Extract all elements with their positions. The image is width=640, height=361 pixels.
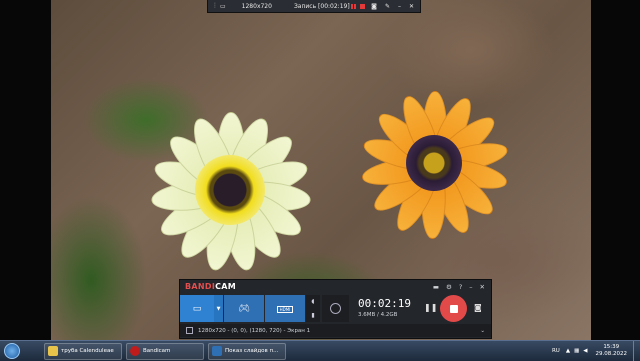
system-tray: RU ▲ ▦ ◀ 15:39 29.08.2022: [552, 341, 640, 361]
bandicam-logo: BANDICAM: [185, 282, 237, 291]
drag-grip-icon[interactable]: ⋮: [212, 3, 218, 9]
region-info: 1280x720 - (0, 0), (1280, 720) - Экран 1: [198, 327, 311, 334]
region-bar: 1280x720 - (0, 0), (1280, 720) - Экран 1…: [180, 324, 491, 337]
tray-arrow-icon[interactable]: ▲: [566, 348, 570, 354]
screenshot-button[interactable]: ◙: [474, 303, 482, 312]
minimize-icon[interactable]: –: [469, 283, 472, 291]
capture-toolbar: ⋮ ▭ 1280x720 Запись [00:02:19] ◙ ✎ – ✕: [207, 0, 421, 13]
audio-toggles: ◖ ▮: [306, 295, 320, 322]
stop-record-button[interactable]: [440, 295, 467, 322]
network-icon[interactable]: ▦: [574, 348, 579, 354]
capture-resolution: 1280x720: [241, 2, 272, 10]
game-mode-button[interactable]: 🎮︎: [224, 295, 264, 322]
monitor-icon[interactable]: ▭: [220, 3, 226, 10]
taskbar: труба Calenduleae Bandicam Показ слайдов…: [0, 340, 640, 361]
folder-icon[interactable]: ▬: [433, 283, 439, 291]
clock[interactable]: 15:39 29.08.2022: [596, 344, 628, 358]
taskbar-item-slideshow[interactable]: Показ слайдов п...: [208, 342, 286, 360]
recording-status: Запись [00:02:19]: [293, 2, 350, 10]
bandicam-icon: [130, 346, 140, 356]
pause-icon[interactable]: [351, 3, 357, 9]
bandicam-window: BANDICAM ▬ ⚙ ? – ✕ ▭ ▼ 🎮︎ HDMI ◖ ▮ 00:02…: [179, 279, 492, 339]
webcam-toggle[interactable]: [322, 295, 349, 322]
close-icon[interactable]: ✕: [409, 3, 414, 10]
start-button[interactable]: [4, 343, 20, 359]
webcam-icon: [330, 303, 341, 314]
taskbar-item-bandicam[interactable]: Bandicam: [126, 342, 204, 360]
bandicam-titlebar: BANDICAM ▬ ⚙ ? – ✕: [180, 280, 491, 293]
language-indicator[interactable]: RU: [552, 348, 560, 354]
volume-icon[interactable]: ◀: [583, 348, 587, 354]
taskbar-item-folder[interactable]: труба Calenduleae: [44, 342, 122, 360]
help-icon[interactable]: ?: [459, 283, 462, 291]
close-icon[interactable]: ✕: [480, 283, 485, 291]
minimize-icon[interactable]: –: [398, 3, 401, 10]
chevron-down-icon: ▼: [216, 305, 221, 312]
monitor-icon: ▭: [192, 303, 202, 314]
recording-timer: 00:02:19: [358, 297, 411, 310]
chevron-down-icon[interactable]: ⌄: [480, 328, 485, 334]
stop-icon[interactable]: [360, 3, 366, 9]
slideshow-icon: [212, 346, 222, 356]
speaker-icon[interactable]: ◖: [311, 298, 314, 305]
file-size: 3.6MB / 4.2GB: [358, 312, 398, 318]
settings-icon[interactable]: ⚙: [446, 283, 452, 291]
pause-button[interactable]: ❚❚: [424, 303, 437, 313]
folder-icon: [48, 346, 58, 356]
pencil-icon[interactable]: ✎: [385, 3, 390, 10]
hdmi-icon: HDMI: [276, 305, 294, 313]
screen-mode-dropdown[interactable]: ▼: [214, 295, 223, 322]
camera-icon[interactable]: ◙: [371, 3, 377, 10]
screen-mode-button[interactable]: ▭: [180, 295, 214, 322]
device-mode-button[interactable]: HDMI: [265, 295, 305, 322]
gamepad-icon: 🎮︎: [238, 303, 250, 314]
show-desktop-button[interactable]: [633, 341, 640, 361]
stop-icon: [449, 304, 458, 313]
microphone-icon[interactable]: ▮: [311, 312, 314, 319]
region-checkbox[interactable]: [186, 327, 193, 334]
